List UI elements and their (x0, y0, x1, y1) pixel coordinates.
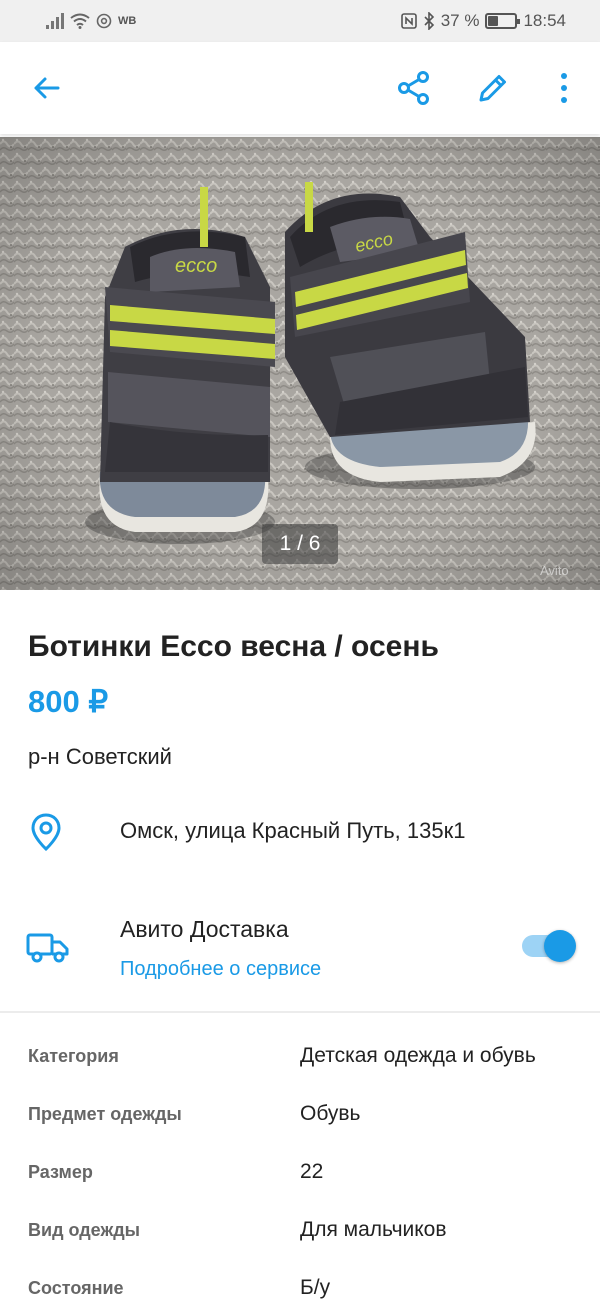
wifi-icon (70, 13, 90, 29)
truck-icon (26, 932, 70, 969)
param-value: Б/у (300, 1276, 331, 1299)
delivery-title: Авито Доставка (120, 916, 289, 942)
signal-icon (46, 13, 64, 29)
watermark: Avito (540, 563, 569, 578)
section-divider (0, 1011, 600, 1013)
svg-text:ecco: ecco (175, 255, 217, 277)
param-key: Вид одежды (28, 1220, 141, 1240)
product-image: ecco ecco Avito (0, 137, 600, 590)
more-vertical-icon (561, 73, 567, 103)
params-list: Категория Детская одежда и обувь Предмет… (0, 1040, 600, 1299)
clock: 18:54 (523, 11, 566, 30)
nfc-icon (400, 13, 417, 29)
more-button[interactable] (540, 64, 588, 112)
at-sign-icon (96, 13, 112, 29)
param-key: Категория (28, 1046, 119, 1066)
status-right: 37 % 18:54 (400, 11, 566, 31)
delivery-details-link[interactable]: Подробнее о сервисе (120, 958, 321, 981)
toggle-knob (544, 930, 576, 962)
listing-address[interactable]: Омск, улица Красный Путь, 135к1 (120, 818, 465, 844)
edit-button[interactable] (469, 64, 517, 112)
listing-title: Ботинки Ecco весна / осень (28, 630, 439, 663)
param-key: Размер (28, 1162, 93, 1182)
param-value: 22 (300, 1160, 324, 1183)
param-value: Детская одежда и обувь (300, 1044, 536, 1067)
param-row-size: Размер 22 (0, 1156, 600, 1214)
param-key: Предмет одежды (28, 1104, 182, 1124)
product-photo[interactable]: ecco ecco Avito (0, 137, 600, 590)
battery-icon (485, 13, 521, 29)
toolbar (0, 42, 600, 134)
share-button[interactable] (390, 64, 438, 112)
share-icon (398, 71, 429, 105)
battery-level (488, 16, 499, 26)
carrier-badge: WB (118, 15, 137, 27)
param-row-category: Категория Детская одежда и обувь (0, 1040, 600, 1098)
param-row-type: Вид одежды Для мальчиков (0, 1214, 600, 1272)
status-bar: WB 37 % 18:54 (0, 0, 600, 42)
photo-counter: 1 / 6 (262, 524, 338, 564)
bluetooth-icon (424, 12, 434, 30)
battery-percent: 37 % (440, 11, 480, 30)
param-key: Состояние (28, 1278, 124, 1298)
location-pin-icon (30, 812, 62, 857)
param-row-item: Предмет одежды Обувь (0, 1098, 600, 1156)
param-value: Для мальчиков (300, 1218, 447, 1241)
listing-district: р-н Советский (28, 744, 172, 769)
status-left: WB (46, 11, 136, 31)
param-row-condition: Состояние Б/у (0, 1272, 600, 1299)
listing-price: 800 ₽ (28, 684, 109, 719)
param-value: Обувь (300, 1102, 361, 1125)
back-button[interactable] (22, 64, 70, 112)
arrow-left-icon (34, 77, 60, 99)
delivery-toggle[interactable] (522, 930, 576, 962)
pencil-icon (479, 75, 506, 102)
